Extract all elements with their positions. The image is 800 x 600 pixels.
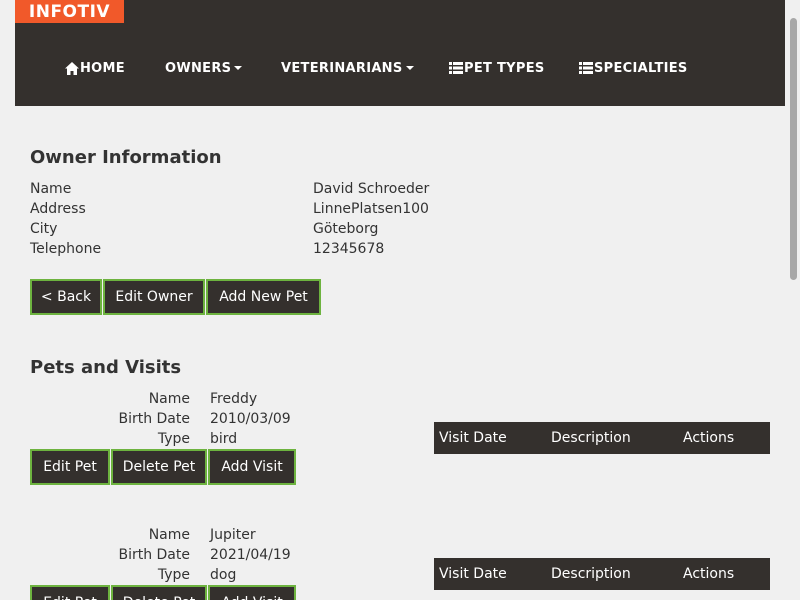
pet-type-value: dog xyxy=(210,567,237,583)
pet-birth-date-value: 2021/04/19 xyxy=(210,547,291,563)
add-new-pet-button[interactable]: Add New Pet xyxy=(206,279,321,315)
pets-visits-title: Pets and Visits xyxy=(30,357,182,378)
visit-date-header: Visit Date xyxy=(439,566,507,582)
pet-name-label: Name xyxy=(148,391,190,407)
visit-description-header: Description xyxy=(551,430,631,446)
list-icon xyxy=(449,62,463,74)
nav-owners[interactable]: OWNERS xyxy=(165,52,243,84)
nav-veterinarians-label: VETERINARIANS xyxy=(281,60,403,76)
nav-menu: HOME OWNERS VETERINARIANS PET TYPES SPEC… xyxy=(30,52,800,84)
pet-type-label: Type xyxy=(157,567,190,583)
pet-actions: Edit Pet Delete Pet Add Visit xyxy=(30,449,296,485)
owner-city-label: City xyxy=(30,221,58,237)
nav-veterinarians[interactable]: VETERINARIANS xyxy=(281,52,414,84)
nav-pet-types[interactable]: PET TYPES xyxy=(449,52,545,84)
page-scrollbar[interactable] xyxy=(785,0,800,600)
owner-city-value: Göteborg xyxy=(313,221,379,237)
list-icon xyxy=(579,62,593,74)
pet-actions: Edit Pet Delete Pet Add Visit xyxy=(30,585,296,600)
pet-birth-date-label: Birth Date xyxy=(118,547,190,563)
pet-birth-date-value: 2010/03/09 xyxy=(210,411,291,427)
delete-pet-button[interactable]: Delete Pet xyxy=(111,585,207,600)
nav-owners-label: OWNERS xyxy=(165,60,232,76)
add-visit-button[interactable]: Add Visit xyxy=(208,585,296,600)
nav-specialties-label: SPECIALTIES xyxy=(594,60,688,76)
nav-specialties[interactable]: SPECIALTIES xyxy=(579,52,688,84)
visit-actions-header: Actions xyxy=(683,430,735,446)
visit-date-header: Visit Date xyxy=(439,430,507,446)
caret-down-icon xyxy=(234,66,243,70)
nav-pet-types-label: PET TYPES xyxy=(464,60,545,76)
owner-telephone-value: 12345678 xyxy=(313,241,385,257)
owner-info-title: Owner Information xyxy=(30,147,222,168)
nav-home[interactable]: HOME xyxy=(65,52,125,84)
pet-name-value: Jupiter xyxy=(210,527,256,543)
owner-address-value: LinnePlatsen100 xyxy=(313,201,429,217)
caret-down-icon xyxy=(405,66,414,70)
visit-table-header: Visit Date Description Actions xyxy=(434,558,770,590)
pet-birth-date-label: Birth Date xyxy=(118,411,190,427)
visit-description-header: Description xyxy=(551,566,631,582)
edit-pet-button[interactable]: Edit Pet xyxy=(30,449,110,485)
home-icon xyxy=(65,61,79,75)
delete-pet-button[interactable]: Delete Pet xyxy=(111,449,207,485)
pet-name-value: Freddy xyxy=(210,391,258,407)
edit-owner-button[interactable]: Edit Owner xyxy=(103,279,205,315)
owner-name-value: David Schroeder xyxy=(313,181,430,197)
visit-actions-header: Actions xyxy=(683,566,735,582)
navbar: HOME OWNERS VETERINARIANS PET TYPES SPEC… xyxy=(15,0,785,106)
pet-type-value: bird xyxy=(210,431,238,447)
visit-table-header: Visit Date Description Actions xyxy=(434,422,770,454)
pet-type-label: Type xyxy=(157,431,190,447)
owner-name-label: Name xyxy=(30,181,72,197)
owner-address-label: Address xyxy=(30,201,86,217)
owner-telephone-label: Telephone xyxy=(30,241,102,257)
back-button[interactable]: < Back xyxy=(30,279,102,315)
nav-home-label: HOME xyxy=(80,60,125,76)
pet-name-label: Name xyxy=(148,527,190,543)
edit-pet-button[interactable]: Edit Pet xyxy=(30,585,110,600)
add-visit-button[interactable]: Add Visit xyxy=(208,449,296,485)
brand-logo[interactable]: INFOTIV xyxy=(15,0,124,23)
owner-actions: < Back Edit Owner Add New Pet xyxy=(30,279,321,315)
